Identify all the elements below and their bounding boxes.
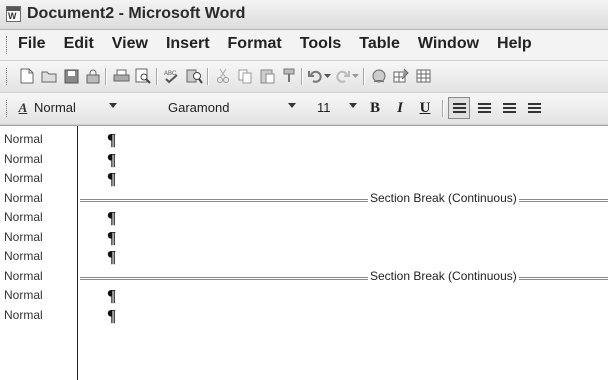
style-name-label[interactable]: Normal [4,288,43,302]
paragraph-row[interactable]: Normal ¶ [0,169,608,188]
style-name-label[interactable]: Normal [4,269,43,283]
section-break-label: Section Break (Continuous) [368,268,519,283]
menu-table[interactable]: Table [359,35,400,53]
open-icon[interactable] [40,67,58,85]
title-bar: W Document2 - Microsoft Word [0,0,608,30]
word-icon-letter: W [8,11,17,21]
menu-window[interactable]: Window [418,35,479,53]
align-right-icon [502,102,516,114]
save-icon[interactable] [62,67,80,85]
spelling-icon[interactable]: ABC [163,67,181,85]
chevron-down-icon[interactable] [288,103,296,108]
align-center-icon [477,102,491,114]
align-center-button[interactable] [473,97,495,119]
italic-button[interactable]: I [389,97,411,119]
style-name-label[interactable]: Normal [4,171,43,185]
paragraph-row[interactable]: Normal ¶ [0,306,608,325]
paragraph-row[interactable]: Normal ¶ [0,208,608,227]
menu-grip-handle[interactable] [6,36,10,54]
print-icon[interactable] [112,67,130,85]
section-break-line [80,276,608,280]
style-name-label[interactable]: Normal [4,308,43,322]
paragraph-row[interactable]: Normal ¶ [0,228,608,247]
paragraph-row[interactable]: Normal ¶ [0,130,608,149]
print-preview-icon[interactable] [134,67,152,85]
style-dropdown[interactable]: Normal [34,98,162,117]
font-size-dropdown[interactable]: 11 [317,98,361,117]
styles-formatting-icon[interactable]: A [14,99,32,117]
font-size-value: 11 [317,100,331,115]
menu-view[interactable]: View [112,35,148,53]
insert-table-icon[interactable] [414,67,432,85]
window-title: Document2 - Microsoft Word [27,5,246,22]
standard-toolbar: ABC [0,61,608,93]
tables-borders-icon[interactable] [392,67,410,85]
toolbar-separator [156,68,158,85]
style-name-label[interactable]: Normal [4,132,43,146]
menu-help[interactable]: Help [497,35,532,53]
style-name-label[interactable]: Normal [4,152,43,166]
align-right-button[interactable] [498,97,520,119]
paragraph-mark: ¶ [107,208,117,227]
formatting-toolbar: A Normal Garamond 11 B I U [0,93,608,125]
word-window: W Document2 - Microsoft Word File Edit V… [0,0,608,380]
format-painter-icon[interactable] [280,67,298,85]
undo-dropdown-icon[interactable] [322,67,332,85]
permission-icon[interactable] [84,67,102,85]
style-value: Normal [34,100,76,115]
underline-button[interactable]: U [414,97,436,119]
word-document-icon[interactable]: W [6,6,21,22]
style-name-label[interactable]: Normal [4,191,43,205]
paragraph-row[interactable]: Normal ¶ [0,247,608,266]
menu-format[interactable]: Format [228,35,282,53]
font-dropdown[interactable]: Garamond [168,98,308,117]
paragraph-mark: ¶ [107,169,117,188]
toolbar-grip-handle[interactable] [6,100,10,117]
redo-dropdown-icon[interactable] [350,67,360,85]
justify-button[interactable] [523,97,545,119]
document-area[interactable]: Normal ¶ Normal ¶ Normal ¶ Normal Section Break… [0,125,608,380]
style-name-label[interactable]: Normal [4,230,43,244]
menu-insert[interactable]: Insert [166,35,210,53]
toolbar-grip-handle[interactable] [6,68,10,85]
style-name-label[interactable]: Normal [4,249,43,263]
bold-button[interactable]: B [364,97,386,119]
cut-icon[interactable] [214,67,232,85]
copy-icon[interactable] [236,67,254,85]
chevron-down-icon[interactable] [109,103,117,108]
menu-edit[interactable]: Edit [64,35,94,53]
section-break-label: Section Break (Continuous) [368,190,519,205]
paragraph-row[interactable]: Normal ¶ [0,150,608,169]
paragraph-mark: ¶ [107,149,117,169]
font-value: Garamond [168,100,230,115]
style-name-label[interactable]: Normal [4,210,43,224]
align-left-icon [452,102,466,114]
hyperlink-icon[interactable] [370,67,388,85]
toolbar-separator [301,68,303,85]
justify-icon [527,102,541,114]
paragraph-mark: ¶ [107,130,117,149]
paragraph-mark: ¶ [107,305,117,325]
paragraph-row[interactable]: Normal ¶ [0,286,608,305]
toolbar-separator [207,68,209,85]
paragraph-mark: ¶ [107,247,117,266]
paragraph-mark: ¶ [107,286,117,305]
menu-bar: File Edit View Insert Format Tools Table… [0,30,608,61]
toolbar-separator [442,100,444,117]
chevron-down-icon[interactable] [349,103,357,108]
section-break-line [80,198,608,202]
paste-icon[interactable] [258,67,276,85]
toolbar-separator [105,68,107,85]
new-icon[interactable] [18,67,36,85]
align-left-button[interactable] [448,97,470,119]
toolbar-separator [363,68,365,85]
menu-tools[interactable]: Tools [300,35,341,53]
section-break-row[interactable]: Normal Section Break (Continuous) [0,267,608,286]
menu-file[interactable]: File [18,35,46,53]
section-break-row[interactable]: Normal Section Break (Continuous) [0,189,608,208]
paragraph-mark: ¶ [107,227,117,247]
research-icon[interactable] [185,67,203,85]
